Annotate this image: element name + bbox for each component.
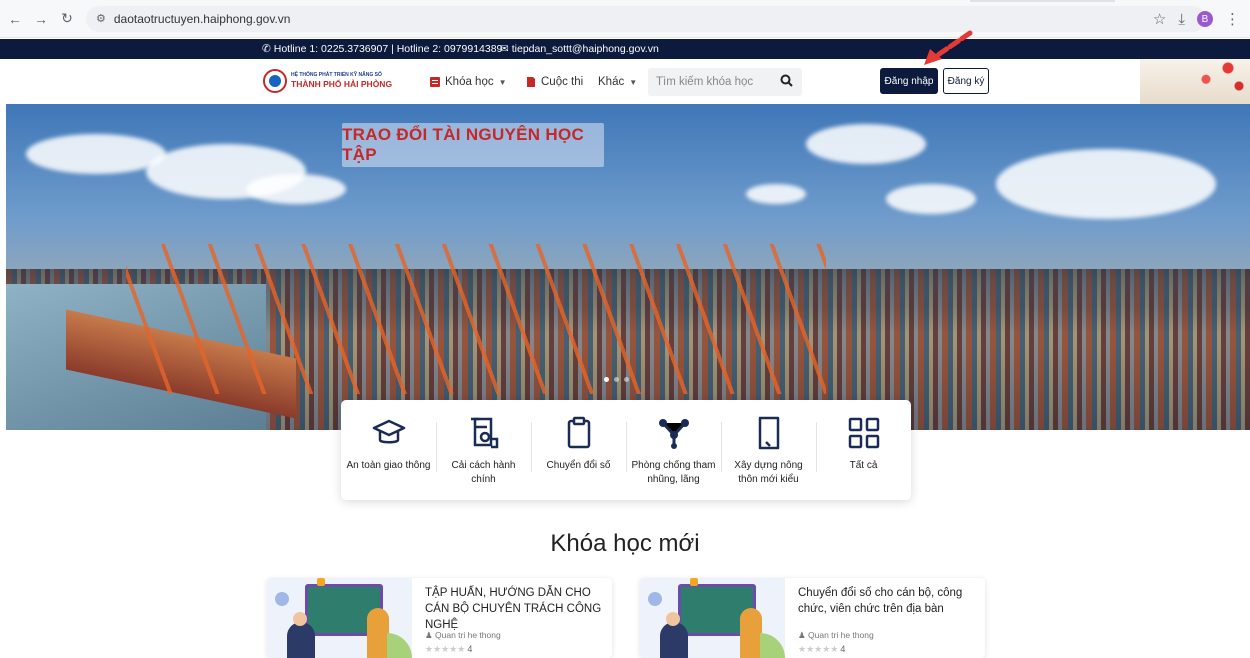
header-decoration-image: [1140, 59, 1250, 104]
category-admin-reform[interactable]: Cải cách hành chính: [436, 400, 531, 500]
site-settings-icon[interactable]: ⚙: [96, 12, 106, 25]
logo-title: THÀNH PHỐ HẢI PHÒNG: [291, 79, 393, 90]
course-title[interactable]: Chuyển đổi số cho cán bộ, công chức, viê…: [798, 585, 976, 617]
star-rating-icon: ★★★★★: [798, 644, 839, 654]
category-label: Chuyển đổi số: [546, 460, 611, 471]
category-panel: An toàn giao thông Cải cách hành chính C…: [341, 400, 911, 500]
menu-contest[interactable]: Cuộc thi: [526, 76, 583, 88]
download-icon[interactable]: ⤓: [1178, 11, 1185, 28]
course-rating: ★★★★★ 4: [425, 644, 472, 655]
carousel-dot[interactable]: [614, 377, 619, 382]
course-author-name: Quan tri he thong: [808, 630, 874, 640]
tablet-icon: [758, 416, 779, 450]
reload-icon[interactable]: ↻: [56, 8, 78, 30]
search-icon[interactable]: [780, 74, 793, 87]
course-thumbnail[interactable]: [640, 578, 785, 658]
hotline-text: ✆ Hotline 1: 0225.3736907 | Hotline 2: 0…: [262, 43, 502, 55]
category-all[interactable]: Tất cả: [816, 400, 911, 500]
course-author: ♟ Quan tri he thong: [798, 630, 874, 641]
login-button[interactable]: Đăng nhập: [880, 68, 938, 94]
menu-contest-label: Cuộc thi: [541, 76, 584, 88]
chevron-down-icon: ▼: [629, 77, 638, 87]
profile-avatar[interactable]: B: [1197, 11, 1213, 27]
mail-icon: ✉: [500, 43, 509, 55]
user-icon: ♟: [798, 630, 806, 640]
rating-value: 4: [467, 644, 473, 654]
email-text: ✉ tiepdan_sottt@haiphong.gov.vn: [500, 43, 659, 55]
course-card[interactable]: TẬP HUẤN, HƯỚNG DẪN CHO CÁN BỘ CHUYÊN TR…: [267, 578, 612, 658]
book-icon: [430, 77, 440, 87]
category-anti-corruption[interactable]: Phòng chống tham nhũng, lãng: [626, 400, 721, 500]
course-author-name: Quan tri he thong: [435, 630, 501, 640]
carousel-dot[interactable]: [604, 377, 609, 382]
document-scroll-icon: [470, 417, 498, 449]
category-digital-transformation[interactable]: Chuyển đổi số: [531, 400, 626, 500]
url-text: daotaotructuyen.haiphong.gov.vn: [113, 11, 291, 26]
course-title[interactable]: TẬP HUẤN, HƯỚNG DẪN CHO CÁN BỘ CHUYÊN TR…: [425, 585, 603, 633]
star-rating-icon: ★★★★★: [425, 644, 466, 654]
course-thumbnail[interactable]: [267, 578, 412, 658]
tab-strip: [970, 0, 1115, 2]
browser-actions: ☆ ⤓ B ⋮: [1153, 0, 1250, 38]
category-traffic-safety[interactable]: An toàn giao thông: [341, 400, 436, 500]
hotline-numbers: Hotline 1: 0225.3736907 | Hotline 2: 097…: [273, 43, 503, 55]
contest-file-icon: [527, 77, 535, 87]
clipboard-icon: [567, 416, 590, 449]
site-logo[interactable]: HỆ THỐNG PHÁT TRIỂN KỸ NĂNG SỐ THÀNH PHỐ…: [263, 69, 392, 93]
hero-title: TRAO ĐỔI TÀI NGUYÊN HỌC TẬP: [342, 123, 604, 167]
carousel-dot[interactable]: [624, 377, 629, 382]
logo-subtitle: HỆ THỐNG PHÁT TRIỂN KỸ NĂNG SỐ: [291, 72, 382, 79]
user-icon: ♟: [425, 630, 433, 640]
course-author: ♟ Quan tri he thong: [425, 630, 501, 641]
network-icon: [658, 419, 689, 449]
category-label: An toàn giao thông: [346, 460, 431, 471]
menu-courses-label: Khóa học: [445, 76, 494, 88]
course-card[interactable]: Chuyển đổi số cho cán bộ, công chức, viê…: [640, 578, 985, 658]
contact-bar: ✆ Hotline 1: 0225.3736907 | Hotline 2: 0…: [0, 39, 1250, 59]
browser-toolbar: ← → ↻ ⚙ daotaotructuyen.haiphong.gov.vn …: [0, 0, 1250, 38]
section-title: Khóa học mới: [550, 530, 700, 557]
category-label: Tất cả: [849, 460, 878, 471]
pointer-arrow-annotation: [924, 30, 973, 65]
rating-value: 4: [840, 644, 846, 654]
phone-icon: ✆: [262, 43, 271, 55]
register-button[interactable]: Đăng ký: [943, 68, 989, 94]
menu-other-label: Khác: [598, 76, 625, 88]
menu-other[interactable]: Khác ▼: [598, 76, 637, 88]
menu-courses[interactable]: Khóa học ▼: [430, 76, 507, 88]
grid-icon: [848, 417, 879, 449]
address-bar[interactable]: ⚙ daotaotructuyen.haiphong.gov.vn: [86, 5, 1206, 32]
hero-banner: TRAO ĐỔI TÀI NGUYÊN HỌC TẬP: [6, 104, 1250, 430]
category-label: Xây dựng nông thôn mới kiểu: [734, 460, 803, 485]
category-label: Cải cách hành chính: [451, 460, 516, 485]
bookmark-star-icon[interactable]: ☆: [1153, 10, 1166, 28]
back-icon[interactable]: ←: [4, 8, 26, 30]
search-placeholder: Tìm kiếm khóa học: [656, 76, 754, 88]
category-label: Phòng chống tham nhũng, lãng: [631, 460, 716, 485]
graduation-cap-icon: [372, 419, 405, 444]
chevron-down-icon: ▼: [498, 77, 507, 87]
carousel-indicators: [604, 377, 629, 382]
forward-icon[interactable]: →: [30, 8, 52, 30]
browser-menu-icon[interactable]: ⋮: [1225, 10, 1240, 28]
category-new-rural[interactable]: Xây dựng nông thôn mới kiểu: [721, 400, 816, 500]
email-address: tiepdan_sottt@haiphong.gov.vn: [511, 43, 659, 55]
logo-emblem-icon: [263, 69, 287, 93]
course-rating: ★★★★★ 4: [798, 644, 845, 655]
site-header: HỆ THỐNG PHÁT TRIỂN KỸ NĂNG SỐ THÀNH PHỐ…: [0, 30, 1250, 104]
search-input[interactable]: Tìm kiếm khóa học: [648, 68, 802, 96]
